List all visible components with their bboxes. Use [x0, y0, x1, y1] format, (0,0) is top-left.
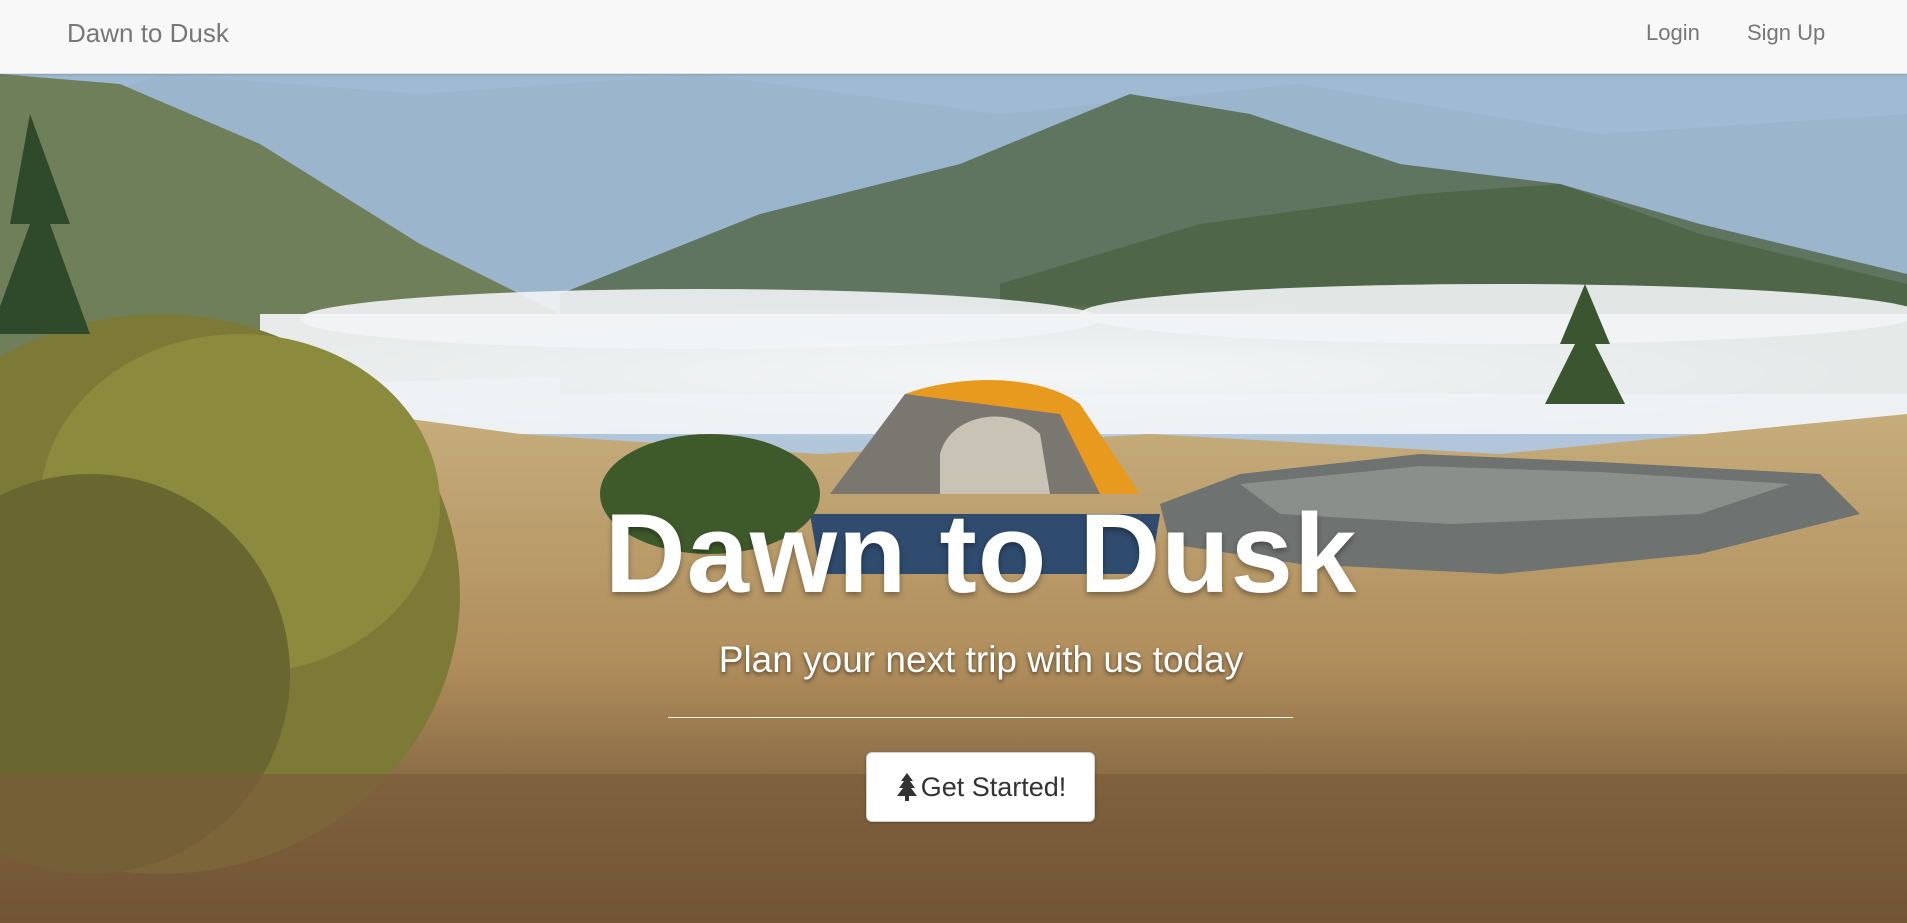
get-started-label: Get Started! [920, 771, 1067, 802]
login-link[interactable]: Login [1646, 0, 1700, 74]
tree-icon [896, 773, 917, 801]
signup-link[interactable]: Sign Up [1747, 0, 1825, 74]
hero-subtitle: Plan your next trip with us today [718, 639, 1244, 680]
get-started-button[interactable]: Get Started! [866, 752, 1095, 822]
top-navbar: Dawn to Dusk Login Sign Up [0, 0, 1907, 74]
hero-section: Dawn to Dusk Plan your next trip with us… [0, 74, 1907, 923]
hero-title: Dawn to Dusk [604, 491, 1358, 616]
hero-divider [668, 717, 1293, 718]
brand-link[interactable]: Dawn to Dusk [67, 0, 229, 74]
